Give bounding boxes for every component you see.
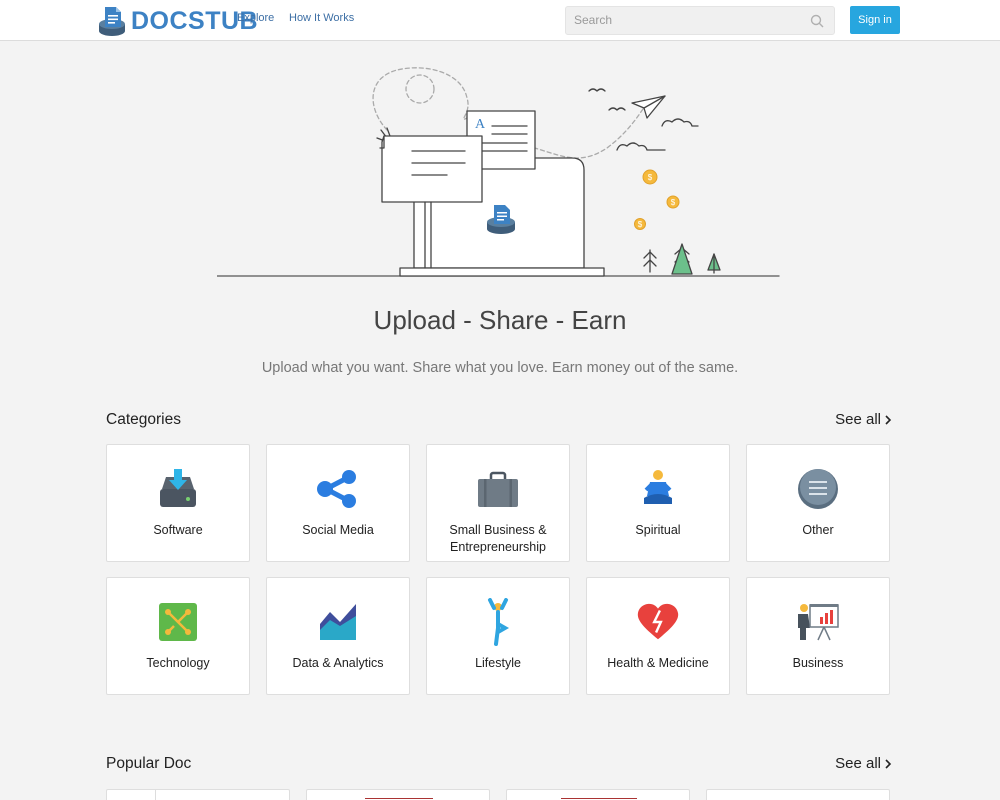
nav-explore[interactable]: Explore [237,12,274,24]
category-card-data-analytics[interactable]: Data & Analytics [266,577,410,695]
see-all-label: See all [835,411,881,428]
briefcase-icon [476,467,520,511]
category-grid: Software Social Media Small Business & E… [106,444,892,695]
category-label: Other [802,523,834,537]
category-card-lifestyle[interactable]: Lifestyle [426,577,570,695]
popular-doc-heading: Popular Doc [106,755,192,772]
popular-doc-card[interactable] [106,789,290,800]
hero-title: Upload - Share - Earn [373,305,627,335]
search-input[interactable] [574,13,804,27]
categories-heading: Categories [106,411,181,428]
category-label: Social Media [302,523,374,537]
chevron-right-icon [885,414,892,425]
popular-doc-card[interactable] [706,789,890,800]
category-card-health-medicine[interactable]: Health & Medicine [586,577,730,695]
popular-doc-list [106,789,892,800]
circuit-icon [156,600,200,644]
chevron-right-icon [885,758,892,769]
hero-subtitle: Upload what you want. Share what you lov… [261,360,739,376]
category-label: Business [792,656,844,670]
menu-circle-icon [796,467,840,511]
category-label: Health & Medicine [607,656,709,670]
category-card-other[interactable]: Other [746,444,890,562]
meditation-icon [636,467,680,511]
category-card-technology[interactable]: Technology [106,577,250,695]
hero-illustration: A $ $ $ [217,67,780,277]
category-label: Data & Analytics [292,656,384,670]
area-chart-icon [316,600,360,644]
category-card-software[interactable]: Software [106,444,250,562]
yoga-pose-icon [476,598,520,646]
category-card-business[interactable]: Business [746,577,890,695]
category-label: Lifestyle [475,656,521,670]
search-icon[interactable] [810,14,824,28]
category-card-spiritual[interactable]: Spiritual [586,444,730,562]
download-drive-icon [156,467,200,511]
popular-doc-card[interactable] [506,789,690,800]
top-header: DOCSTUB Explore How It Works Sign in [0,0,1000,41]
logo-icon [99,7,125,36]
category-label: Spiritual [635,523,681,537]
svg-text:$: $ [671,198,676,207]
sign-in-button[interactable]: Sign in [850,6,900,34]
svg-text:$: $ [648,173,653,182]
broken-heart-icon [636,600,680,644]
svg-text:$: $ [638,220,643,229]
category-label: Small Business & Entrepreneurship [449,523,547,554]
svg-text:A: A [475,117,486,132]
category-card-social-media[interactable]: Social Media [266,444,410,562]
docstub-logo[interactable]: DOCSTUB [98,4,258,38]
category-card-small-business[interactable]: Small Business & Entrepreneurship [426,444,570,562]
presentation-icon [796,600,840,644]
popular-doc-card[interactable] [306,789,490,800]
popular-see-all-link[interactable]: See all [835,755,892,772]
category-label: Software [153,523,203,537]
search-box[interactable] [565,6,835,35]
see-all-label: See all [835,755,881,772]
share-icon [316,467,360,511]
categories-see-all-link[interactable]: See all [835,411,892,428]
nav-how-it-works[interactable]: How It Works [289,12,354,24]
category-label: Technology [146,656,210,670]
